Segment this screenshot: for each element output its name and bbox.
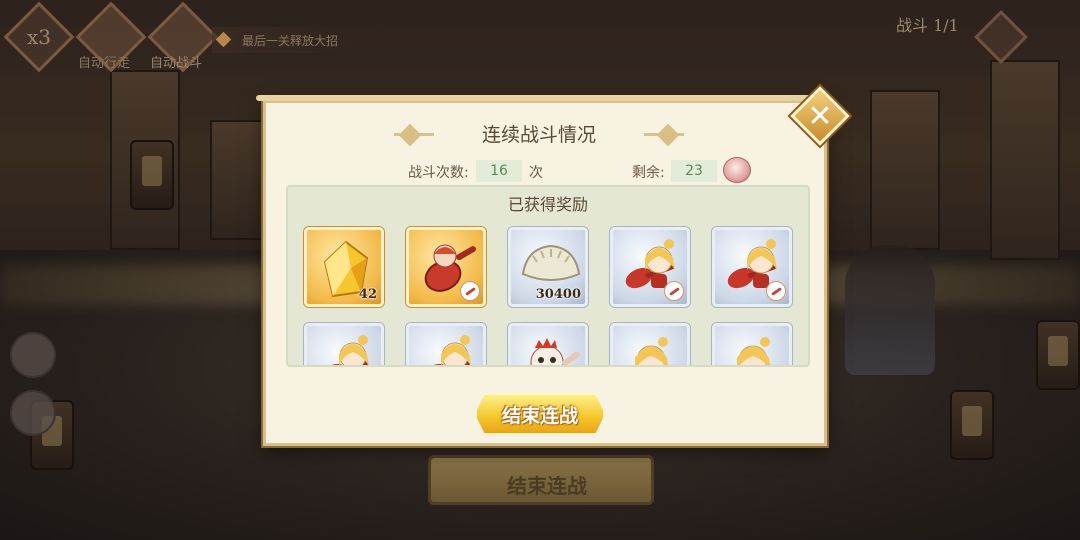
battle-count-label: 战斗次数: [408, 165, 469, 181]
speed-label: x3 [26, 25, 51, 49]
reward-quantity: 30400 [535, 287, 581, 302]
end-battle-label: 结束连战 [501, 404, 578, 427]
reward-item-blonde-character-spoon[interactable] [610, 227, 690, 307]
reward-item-gold-crystal[interactable]: 42 [304, 227, 384, 307]
dialog-title-bar: 连续战斗情况 [394, 119, 684, 151]
rewards-panel[interactable]: 已获得奖励 42 30400 [286, 185, 810, 367]
end-battle-button[interactable]: 结束连战 [475, 393, 605, 435]
ultimate-tip-text: 最后一关释放大招 [242, 34, 339, 48]
chat-icon[interactable] [10, 390, 56, 436]
battle-stats: 战斗次数: 16 次 剩余: 23 [266, 157, 824, 183]
remaining-label: 剩余: [632, 165, 665, 181]
spoon-badge-icon [766, 281, 786, 301]
background-end-battle-button: 结束连战 [428, 455, 654, 505]
battle-counter: 战斗 1/1 [896, 16, 959, 35]
remaining-value: 23 [671, 160, 717, 182]
home-icon[interactable] [10, 332, 56, 378]
reward-item-blonde-character[interactable] [712, 323, 792, 365]
rewards-title: 已获得奖励 [507, 195, 588, 214]
auto-move-label: 自动行走 [78, 56, 131, 71]
reward-item-dumpling[interactable]: 30400 [508, 227, 588, 307]
reward-item-rooster-character[interactable] [508, 323, 588, 365]
reward-item-blonde-character-spoon[interactable] [304, 323, 384, 365]
reward-item-blonde-character-spoon[interactable] [712, 227, 792, 307]
battle-count-unit: 次 [529, 165, 543, 181]
reward-item-blonde-character-spoon[interactable] [406, 323, 486, 365]
dialog-title: 连续战斗情况 [481, 124, 596, 146]
auto-battle-label: 自动战斗 [150, 56, 203, 71]
reward-quantity: 42 [358, 287, 377, 302]
battle-count-value: 16 [476, 160, 522, 182]
reward-item-red-spoon-character[interactable] [406, 227, 486, 307]
continuous-battle-dialog: 连续战斗情况 ✕ 战斗次数: 16 次 剩余: 23 已获得奖励 42 30400… [256, 86, 850, 446]
spoon-badge-icon [664, 281, 684, 301]
diamond-icon [215, 31, 232, 48]
spoon-badge-icon [460, 281, 480, 301]
background-end-battle-label: 结束连战 [507, 474, 587, 498]
steamed-bun-icon [723, 157, 751, 183]
ultimate-tip: 最后一关释放大招 [212, 27, 362, 53]
close-icon: ✕ [807, 98, 833, 134]
reward-item-blonde-character[interactable] [610, 323, 690, 365]
